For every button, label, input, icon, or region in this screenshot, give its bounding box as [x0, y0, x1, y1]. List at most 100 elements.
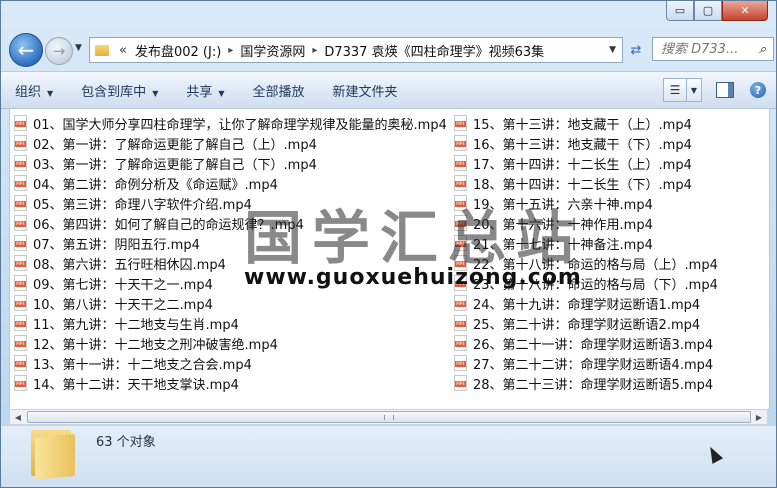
- file-name: 24、第十九讲：命理学财运断语1.mp4: [473, 297, 701, 313]
- play-all-label: 全部播放: [252, 84, 305, 100]
- grip-icon: [384, 415, 394, 420]
- file-name: 01、国学大师分享四柱命理学，让你了解命理学规律及能量的奥秘.mp4: [33, 117, 447, 133]
- close-icon: ✕: [740, 4, 750, 17]
- file-item[interactable]: 10、第八讲：十天干之二.mp4: [14, 293, 447, 313]
- minimize-button[interactable]: ▭: [666, 1, 694, 21]
- address-dropdown[interactable]: ▼: [609, 45, 616, 55]
- file-item[interactable]: 18、第十四讲：十二长生（下）.mp4: [454, 173, 718, 193]
- explorer-window: ▭ ▢ ✕ ← → ▼ « 发布盘002 (J:) ▸ 国学资源网 ▸ D733…: [0, 0, 777, 488]
- file-name: 27、第二十二讲：命理学财运断语4.mp4: [473, 357, 714, 373]
- forward-button[interactable]: →: [45, 37, 73, 65]
- file-item[interactable]: 11、第九讲：十二地支与生肖.mp4: [14, 313, 447, 333]
- file-item[interactable]: 14、第十二讲：天干地支掌诀.mp4: [14, 373, 447, 393]
- history-dropdown[interactable]: ▼: [75, 43, 82, 53]
- file-item[interactable]: 28、第二十三讲：命理学财运断语5.mp4: [454, 373, 718, 393]
- refresh-icon: ⇄: [630, 42, 642, 58]
- mp4-file-icon: [14, 235, 27, 251]
- file-item[interactable]: 13、第十一讲：十二地支之合会.mp4: [14, 353, 447, 373]
- horizontal-scrollbar[interactable]: ◀ ▶: [9, 409, 768, 425]
- mp4-file-icon: [14, 195, 27, 211]
- file-item[interactable]: 24、第十九讲：命理学财运断语1.mp4: [454, 293, 718, 313]
- file-name: 28、第二十三讲：命理学财运断语5.mp4: [473, 377, 714, 393]
- chevron-down-icon: ▼: [47, 88, 54, 98]
- view-controls: ☰ ▼ ?: [663, 78, 766, 102]
- scroll-thumb[interactable]: [27, 411, 751, 423]
- mp4-file-icon: [14, 135, 27, 151]
- mp4-file-icon: [14, 255, 27, 271]
- details-pane: 63 个对象: [1, 426, 776, 487]
- file-name: 03、第一讲：了解命运更能了解自己（下）.mp4: [33, 157, 317, 173]
- mp4-file-icon: [14, 375, 27, 391]
- close-button[interactable]: ✕: [722, 1, 768, 21]
- mp4-file-icon: [14, 215, 27, 231]
- scroll-left-icon[interactable]: ◀: [11, 411, 25, 423]
- command-bar: 组织 ▼ 包含到库中 ▼ 共享 ▼ 全部播放 新建文件夹 ☰ ▼ ?: [1, 71, 776, 109]
- preview-pane-button[interactable]: [716, 82, 734, 98]
- breadcrumb-drive[interactable]: 发布盘002 (J:): [135, 41, 221, 60]
- file-name: 17、第十四讲：十二长生（上）.mp4: [473, 157, 692, 173]
- help-button[interactable]: ?: [750, 82, 766, 98]
- new-folder-button[interactable]: 新建文件夹: [319, 81, 412, 100]
- breadcrumb-folder[interactable]: 国学资源网: [240, 41, 305, 60]
- scroll-right-icon[interactable]: ▶: [752, 411, 766, 423]
- arrow-left-icon: ←: [17, 38, 35, 62]
- file-name: 25、第二十讲：命理学财运断语2.mp4: [473, 317, 701, 333]
- view-options-dropdown[interactable]: ▼: [687, 78, 702, 102]
- file-item[interactable]: 25、第二十讲：命理学财运断语2.mp4: [454, 313, 718, 333]
- mp4-file-icon: [454, 135, 467, 151]
- file-item[interactable]: 15、第十三讲：地支藏干（上）.mp4: [454, 113, 718, 133]
- file-item[interactable]: 02、第一讲：了解命运更能了解自己（上）.mp4: [14, 133, 447, 153]
- mp4-file-icon: [14, 175, 27, 191]
- chevron-down-icon: ▼: [152, 88, 159, 98]
- file-item[interactable]: 17、第十四讲：十二长生（上）.mp4: [454, 153, 718, 173]
- back-button[interactable]: ←: [9, 33, 43, 67]
- mp4-file-icon: [454, 335, 467, 351]
- share-menu[interactable]: 共享 ▼: [172, 81, 238, 100]
- breadcrumb-separator[interactable]: ▸: [228, 45, 233, 56]
- include-in-library-menu[interactable]: 包含到库中 ▼: [67, 81, 172, 100]
- mp4-file-icon: [14, 355, 27, 371]
- maximize-button[interactable]: ▢: [694, 1, 722, 21]
- mp4-file-icon: [454, 175, 467, 191]
- organize-menu[interactable]: 组织 ▼: [1, 81, 67, 100]
- change-view-button[interactable]: ☰: [663, 78, 687, 102]
- mp4-file-icon: [454, 375, 467, 391]
- minimize-icon: ▭: [674, 4, 686, 17]
- mp4-file-icon: [454, 155, 467, 171]
- play-all-button[interactable]: 全部播放: [239, 81, 319, 100]
- watermark-title: 国学汇总站: [244, 204, 585, 272]
- refresh-button[interactable]: ⇄: [625, 39, 647, 61]
- new-folder-label: 新建文件夹: [332, 84, 398, 100]
- arrow-right-icon: →: [52, 42, 66, 60]
- file-item[interactable]: 27、第二十二讲：命理学财运断语4.mp4: [454, 353, 718, 373]
- mp4-file-icon: [454, 115, 467, 131]
- file-item[interactable]: 01、国学大师分享四柱命理学，让你了解命理学规律及能量的奥秘.mp4: [14, 113, 447, 133]
- folder-icon: [95, 44, 109, 56]
- mp4-file-icon: [454, 295, 467, 311]
- search-input[interactable]: [659, 40, 757, 58]
- search-icon[interactable]: ⌕: [759, 42, 766, 57]
- address-bar[interactable]: « 发布盘002 (J:) ▸ 国学资源网 ▸ D7337 袁煐《四柱命理学》视…: [89, 37, 623, 63]
- file-name: 05、第三讲：命理八字软件介绍.mp4: [33, 197, 252, 213]
- caption-buttons: ▭ ▢ ✕: [666, 1, 768, 21]
- file-item[interactable]: 12、第十讲：十二地支之刑冲破害绝.mp4: [14, 333, 447, 353]
- file-item[interactable]: 26、第二十一讲：命理学财运断语3.mp4: [454, 333, 718, 353]
- mp4-file-icon: [14, 275, 27, 291]
- chevron-down-icon: ▼: [218, 88, 225, 98]
- file-name: 02、第一讲：了解命运更能了解自己（上）.mp4: [33, 137, 317, 153]
- file-item[interactable]: 16、第十三讲：地支藏干（下）.mp4: [454, 133, 718, 153]
- mp4-file-icon: [14, 115, 27, 131]
- folder-icon: [31, 426, 75, 481]
- search-box[interactable]: ⌕: [652, 37, 774, 61]
- file-item[interactable]: 04、第二讲：命例分析及《命运赋》.mp4: [14, 173, 447, 193]
- file-name: 07、第五讲：阴阳五行.mp4: [33, 237, 200, 253]
- breadcrumb-separator[interactable]: ▸: [312, 45, 317, 56]
- file-name: 10、第八讲：十天干之二.mp4: [33, 297, 213, 313]
- file-name: 13、第十一讲：十二地支之合会.mp4: [33, 357, 252, 373]
- file-item[interactable]: 03、第一讲：了解命运更能了解自己（下）.mp4: [14, 153, 447, 173]
- file-name: 16、第十三讲：地支藏干（下）.mp4: [473, 137, 692, 153]
- breadcrumb-overflow[interactable]: «: [119, 43, 127, 58]
- file-name: 14、第十二讲：天干地支掌诀.mp4: [33, 377, 239, 393]
- mp4-file-icon: [14, 155, 27, 171]
- breadcrumb-current[interactable]: D7337 袁煐《四柱命理学》视频63集: [324, 41, 544, 60]
